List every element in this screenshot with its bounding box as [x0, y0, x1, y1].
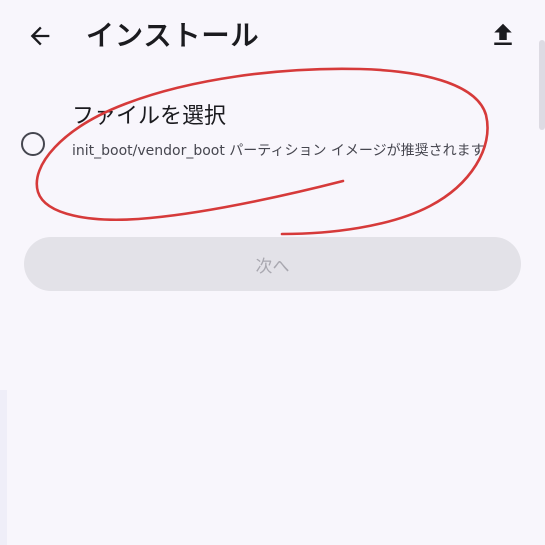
arrow-back-icon — [30, 26, 50, 46]
upload-icon — [494, 23, 512, 45]
option-title: ファイルを選択 — [72, 104, 227, 129]
radio-button[interactable] — [21, 132, 45, 156]
select-file-option[interactable]: ファイルを選択 init_boot/vendor_boot パーティション イメ… — [0, 88, 545, 208]
app-bar: インストール — [0, 0, 545, 72]
edge-strip — [0, 390, 7, 545]
page-title: インストール — [86, 19, 260, 52]
next-button[interactable]: 次へ — [24, 237, 521, 291]
upload-button[interactable] — [484, 16, 522, 54]
back-button[interactable] — [22, 18, 58, 54]
install-screen: インストール ファイルを選択 init_boot/vendor_boot パーテ… — [0, 0, 545, 545]
option-description: init_boot/vendor_boot パーティション イメージが推奨されま… — [72, 143, 485, 159]
